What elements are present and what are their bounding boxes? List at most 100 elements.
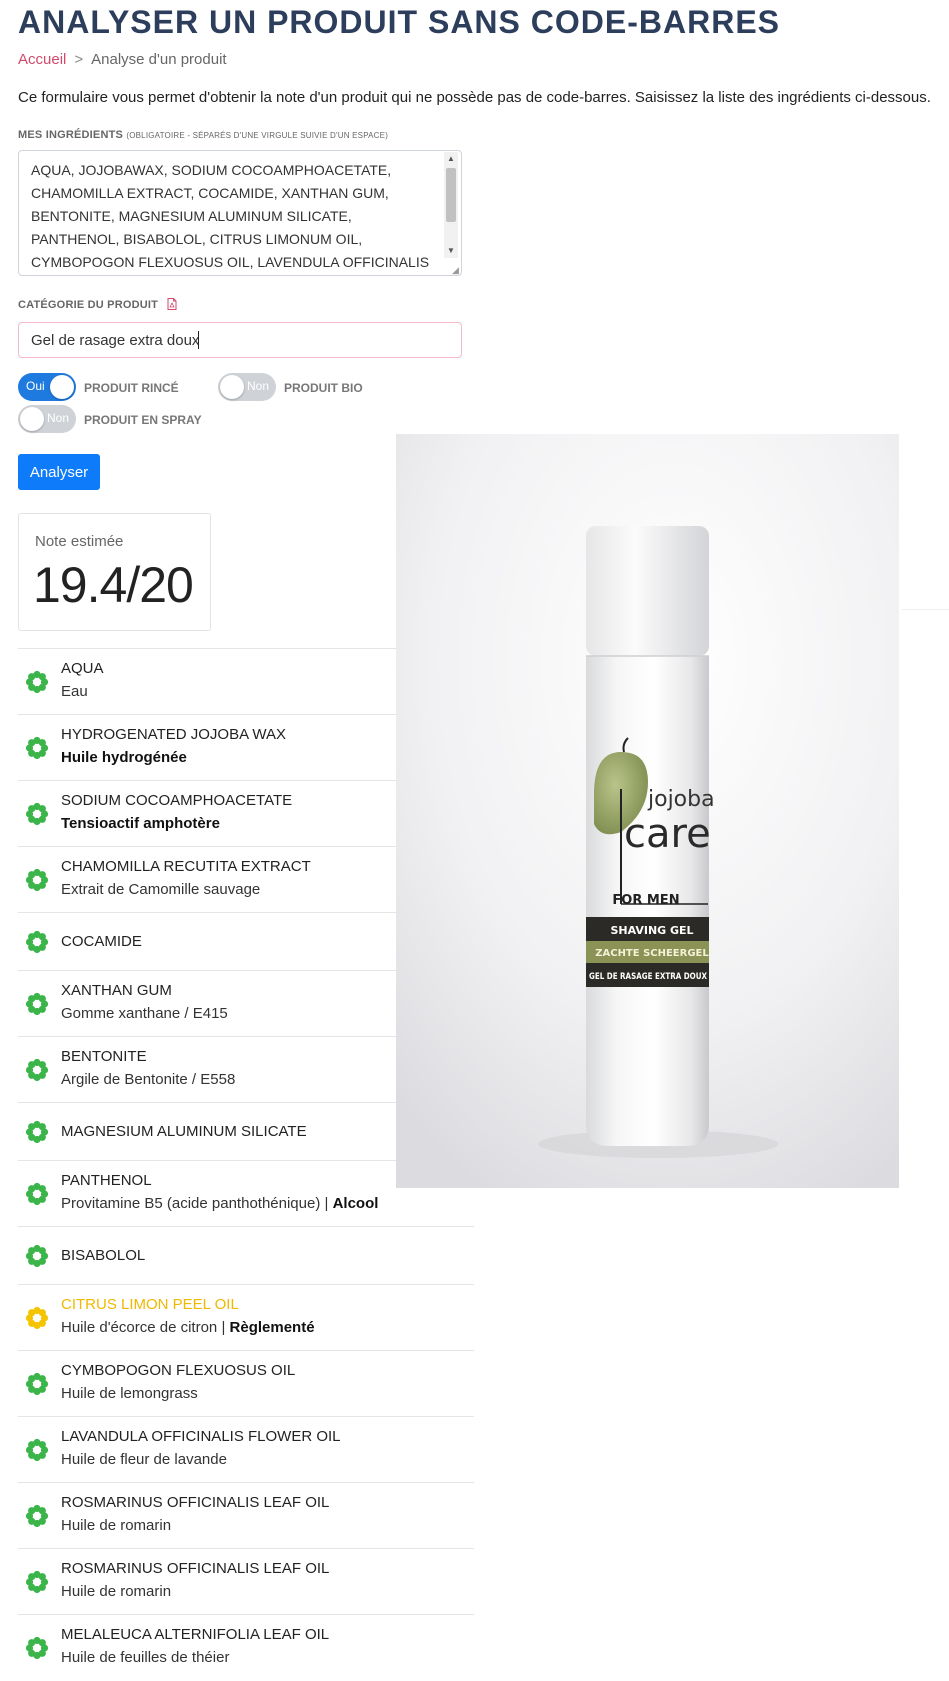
- ingredient-row[interactable]: LAVANDULA OFFICINALIS FLOWER OIL Huile de…: [18, 1416, 474, 1482]
- green-flower-icon: [25, 930, 49, 954]
- pdf-icon[interactable]: [167, 298, 177, 310]
- scroll-up-arrow-icon[interactable]: ▲: [444, 152, 458, 166]
- green-flower-icon: [25, 1570, 49, 1594]
- ingredient-description: Huile de romarin: [61, 1517, 171, 1534]
- ingredient-description-text: Extrait de Camomille sauvage: [61, 881, 261, 898]
- ingredient-name: BENTONITE: [61, 1048, 147, 1065]
- ingredient-name: BISABOLOL: [61, 1247, 146, 1264]
- category-label: CATÉGORIE DU PRODUIT: [18, 299, 159, 311]
- ingredient-description: Argile de Bentonite / E558: [61, 1071, 235, 1088]
- logo-brand-main: care: [624, 811, 711, 857]
- logo-brand-top: jojoba: [647, 787, 715, 812]
- green-flower-icon: [25, 802, 49, 826]
- green-flower-icon: [25, 670, 49, 694]
- ingredient-description: Huile de romarin: [61, 1583, 171, 1600]
- ingredient-flag: Règlementé: [229, 1319, 315, 1336]
- toggle-label-produit-bio: PRODUIT BIO: [284, 381, 363, 395]
- ingredient-name: CHAMOMILLA RECUTITA EXTRACT: [61, 858, 311, 875]
- scroll-down-arrow-icon[interactable]: ▼: [444, 244, 458, 258]
- ingredient-separator: |: [217, 1319, 230, 1336]
- label-gel-de-rasage: GEL DE RASAGE EXTRA DOUX: [589, 972, 707, 982]
- score-card: Note estimée 19.4/20: [18, 513, 211, 631]
- ingredient-name: ROSMARINUS OFFICINALIS LEAF OIL: [61, 1560, 330, 1577]
- ingredient-row[interactable]: BISABOLOL: [18, 1226, 474, 1284]
- toggle-produit-spray[interactable]: Non: [18, 405, 76, 433]
- ingredients-label: MES INGRÉDIENTS (OBLIGATOIRE - SÉPARÉS D…: [18, 129, 388, 141]
- ingredient-flag: Alcool: [332, 1195, 379, 1212]
- ingredient-name: COCAMIDE: [61, 933, 142, 950]
- ingredient-description-text: Huile de romarin: [61, 1517, 172, 1534]
- ingredient-description-text: Argile de Bentonite / E558: [61, 1071, 236, 1088]
- ingredient-row[interactable]: CITRUS LIMON PEEL OIL Huile d'écorce de c…: [18, 1284, 474, 1350]
- ingredient-description: Tensioactif amphotère: [61, 815, 220, 832]
- ingredient-description: Eau: [61, 683, 88, 700]
- product-photo: jojoba care FOR MEN SHAVING GEL ZACHTE S…: [396, 434, 899, 1188]
- toggle-produit-rince[interactable]: Oui: [18, 373, 76, 401]
- ingredients-hint: (OBLIGATOIRE - SÉPARÉS D'UNE VIRGULE SUI…: [126, 131, 389, 140]
- ingredient-name: HYDROGENATED JOJOBA WAX: [61, 726, 287, 743]
- breadcrumb-separator: >: [74, 51, 84, 68]
- green-flower-icon: [25, 1120, 49, 1144]
- ingredient-name: MAGNESIUM ALUMINUM SILICATE: [61, 1123, 307, 1140]
- green-flower-icon: [25, 1438, 49, 1462]
- score-value: 19.4/20: [33, 557, 194, 613]
- label-for-men: FOR MEN: [612, 893, 679, 908]
- ingredient-description-text: Eau: [61, 683, 88, 700]
- toggle-state-text: Non: [46, 411, 69, 425]
- toggle-label-produit-rince: PRODUIT RINCÉ: [84, 381, 179, 395]
- ingredient-description-text: Huile de lemongrass: [61, 1385, 198, 1402]
- label-zachte-scheergel: ZACHTE SCHEERGEL: [595, 948, 709, 959]
- toggle-state-text: Non: [246, 379, 269, 393]
- breadcrumb-current: Analyse d'un produit: [91, 51, 227, 68]
- ingredient-row[interactable]: CYMBOPOGON FLEXUOSUS OIL Huile de lemongr…: [18, 1350, 474, 1416]
- label-shaving-gel: SHAVING GEL: [610, 924, 693, 937]
- resize-grip-icon[interactable]: ◢: [452, 266, 460, 275]
- ingredient-description-text: Provitamine B5 (acide panthothénique): [61, 1195, 321, 1212]
- toggle-label-produit-spray: PRODUIT EN SPRAY: [84, 413, 202, 427]
- scrollbar-thumb[interactable]: [446, 168, 456, 222]
- breadcrumb-home-link[interactable]: Accueil: [18, 51, 66, 68]
- ingredient-description-text: Huile de fleur de lavande: [61, 1451, 227, 1468]
- green-flower-icon: [25, 992, 49, 1016]
- ingredient-description: Gomme xanthane / E415: [61, 1005, 228, 1022]
- category-input[interactable]: [18, 322, 462, 358]
- ingredient-description-text: Huile d'écorce de citron: [61, 1319, 218, 1336]
- ingredient-row[interactable]: ROSMARINUS OFFICINALIS LEAF OIL Huile de …: [18, 1482, 474, 1548]
- analyser-button[interactable]: Analyser: [18, 454, 100, 490]
- ingredient-description: Huile de fleur de lavande: [61, 1451, 227, 1468]
- toggle-knob: [20, 407, 44, 431]
- green-flower-icon: [25, 1244, 49, 1268]
- ingredient-name: AQUA: [61, 660, 104, 677]
- ingredient-name: LAVANDULA OFFICINALIS FLOWER OIL: [61, 1428, 341, 1445]
- toggle-produit-bio[interactable]: Non: [218, 373, 276, 401]
- ingredient-name: ROSMARINUS OFFICINALIS LEAF OIL: [61, 1494, 330, 1511]
- green-flower-icon: [25, 1058, 49, 1082]
- green-flower-icon: [25, 1372, 49, 1396]
- ingredient-description: Extrait de Camomille sauvage: [61, 881, 260, 898]
- ingredient-row[interactable]: ROSMARINUS OFFICINALIS LEAF OIL Huile de …: [18, 1548, 474, 1614]
- green-flower-icon: [25, 1182, 49, 1206]
- ingredient-description: Huile de feuilles de théier: [61, 1649, 229, 1666]
- ingredient-description-text: Tensioactif amphotère: [61, 815, 220, 832]
- ingredient-description-text: Huile de romarin: [61, 1583, 172, 1600]
- page-title: ANALYSER UN PRODUIT SANS CODE-BARRES: [18, 4, 780, 40]
- ingredient-name: MELALEUCA ALTERNIFOLIA LEAF OIL: [61, 1626, 330, 1643]
- ingredient-description-text: Huile de feuilles de théier: [61, 1649, 230, 1666]
- text-caret: [198, 331, 199, 349]
- toggle-state-text: Oui: [26, 379, 45, 393]
- ingredient-name: PANTHENOL: [61, 1172, 152, 1189]
- ingredients-textarea[interactable]: AQUA, JOJOBAWAX, SODIUM COCOAMPHOACETATE…: [18, 150, 462, 276]
- ingredients-label-text: MES INGRÉDIENTS: [18, 129, 124, 141]
- bottle-cap: [586, 526, 709, 656]
- green-flower-icon: [25, 1504, 49, 1528]
- ingredient-name: CITRUS LIMON PEEL OIL: [61, 1296, 239, 1313]
- divider-line: [902, 609, 949, 610]
- ingredient-row[interactable]: MELALEUCA ALTERNIFOLIA LEAF OIL Huile de …: [18, 1614, 474, 1680]
- textarea-scrollbar[interactable]: ▲ ▼: [444, 152, 458, 258]
- yellow-flower-icon: [25, 1306, 49, 1330]
- toggle-knob: [220, 375, 244, 399]
- intro-text: Ce formulaire vous permet d'obtenir la n…: [18, 89, 931, 106]
- ingredient-description: Huile de lemongrass: [61, 1385, 198, 1402]
- ingredient-description-text: Gomme xanthane / E415: [61, 1005, 228, 1022]
- ingredient-name: CYMBOPOGON FLEXUOSUS OIL: [61, 1362, 296, 1379]
